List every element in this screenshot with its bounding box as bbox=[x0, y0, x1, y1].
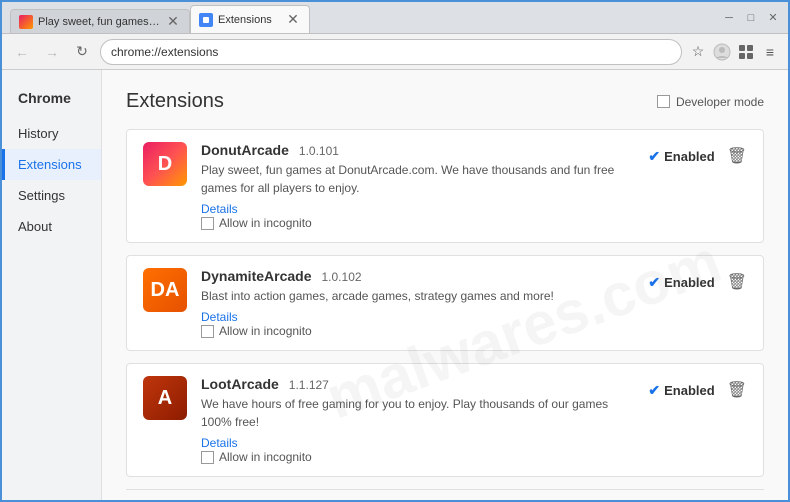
tab-1-close[interactable]: ✕ bbox=[165, 14, 181, 30]
window-controls: ─ □ ✕ bbox=[722, 11, 780, 25]
bookmark-icon[interactable]: ☆ bbox=[688, 42, 708, 62]
donutarcade-body: DonutArcade 1.0.101 Play sweet, fun game… bbox=[201, 142, 634, 230]
extension-lootarcade: A LootArcade 1.1.127 We have hours of fr… bbox=[126, 363, 764, 477]
dev-mode-label: Developer mode bbox=[676, 95, 764, 109]
donutarcade-delete-button[interactable]: 🗑 bbox=[727, 146, 747, 166]
extensions-footer: Get more extensions Keyboard shortcuts bbox=[126, 489, 764, 500]
tab-2[interactable]: Extensions ✕ bbox=[190, 5, 310, 33]
extensions-header: Extensions Developer mode bbox=[126, 90, 764, 113]
donutarcade-checkmark: ✔ bbox=[648, 148, 660, 165]
sidebar-item-settings[interactable]: Settings bbox=[2, 180, 101, 211]
donutarcade-icon: D bbox=[143, 142, 187, 186]
tab-2-title: Extensions bbox=[218, 14, 280, 26]
dynamitearcade-controls: ✔ Enabled 🗑 bbox=[648, 268, 747, 292]
sidebar: Chrome History Extensions Settings About bbox=[2, 70, 102, 500]
lootarcade-checkmark: ✔ bbox=[648, 382, 660, 399]
dynamitearcade-name: DynamiteArcade bbox=[201, 268, 312, 284]
tab-1-title: Play sweet, fun games at ... bbox=[38, 16, 160, 28]
forward-button[interactable]: → bbox=[40, 40, 64, 64]
tab-strip: Play sweet, fun games at ... ✕ Extension… bbox=[10, 2, 714, 33]
browser-frame: Play sweet, fun games at ... ✕ Extension… bbox=[0, 0, 790, 502]
donutarcade-controls: ✔ Enabled 🗑 bbox=[648, 142, 747, 166]
extensions-title: Extensions bbox=[126, 90, 224, 113]
dynamitearcade-details-link[interactable]: Details bbox=[201, 310, 238, 324]
extension-donutarcade: D DonutArcade 1.0.101 Play sweet, fun ga… bbox=[126, 129, 764, 243]
lootarcade-incognito-checkbox[interactable] bbox=[201, 451, 214, 464]
tab-2-close[interactable]: ✕ bbox=[285, 12, 301, 28]
profile-icon[interactable] bbox=[712, 42, 732, 62]
lootarcade-details-link[interactable]: Details bbox=[201, 436, 238, 450]
back-button[interactable]: ← bbox=[10, 40, 34, 64]
lootarcade-icon: A bbox=[143, 376, 187, 420]
dynamitearcade-incognito-checkbox[interactable] bbox=[201, 325, 214, 338]
lootarcade-enabled: ✔ Enabled bbox=[648, 382, 714, 399]
donutarcade-enabled: ✔ Enabled bbox=[648, 148, 714, 165]
dynamitearcade-description: Blast into action games, arcade games, s… bbox=[201, 287, 634, 305]
lootarcade-body: LootArcade 1.1.127 We have hours of free… bbox=[201, 376, 634, 464]
minimize-button[interactable]: ─ bbox=[722, 11, 736, 25]
lootarcade-delete-button[interactable]: 🗑 bbox=[727, 380, 747, 400]
dynamitearcade-checkmark: ✔ bbox=[648, 274, 660, 291]
dynamitearcade-enabled: ✔ Enabled bbox=[648, 274, 714, 291]
extension-dynamitearcade: DA DynamiteArcade 1.0.102 Blast into act… bbox=[126, 255, 764, 351]
reload-button[interactable]: ↻ bbox=[70, 40, 94, 64]
donutarcade-name: DonutArcade bbox=[201, 142, 289, 158]
donutarcade-version: 1.0.101 bbox=[299, 144, 339, 158]
address-bar[interactable]: chrome://extensions bbox=[100, 39, 682, 65]
donutarcade-incognito-checkbox[interactable] bbox=[201, 217, 214, 230]
sidebar-header: Chrome bbox=[2, 86, 101, 118]
tab-2-favicon bbox=[199, 13, 213, 27]
dynamitearcade-delete-button[interactable]: 🗑 bbox=[727, 272, 747, 292]
tab-1-favicon bbox=[19, 15, 33, 29]
donutarcade-description: Play sweet, fun games at DonutArcade.com… bbox=[201, 161, 634, 197]
dev-mode-checkbox[interactable] bbox=[657, 95, 670, 108]
extensions-icon[interactable] bbox=[736, 42, 756, 62]
address-url: chrome://extensions bbox=[111, 45, 671, 59]
lootarcade-top-row: LootArcade 1.1.127 bbox=[201, 376, 634, 392]
maximize-button[interactable]: □ bbox=[744, 11, 758, 25]
dev-mode-toggle[interactable]: Developer mode bbox=[657, 95, 764, 109]
sidebar-item-about[interactable]: About bbox=[2, 211, 101, 242]
dynamitearcade-icon: DA bbox=[143, 268, 187, 312]
extensions-content: malwares.com Extensions Developer mode D… bbox=[102, 70, 788, 500]
donutarcade-details-link[interactable]: Details bbox=[201, 202, 238, 216]
lootarcade-incognito[interactable]: Allow in incognito bbox=[201, 450, 634, 464]
dynamitearcade-body: DynamiteArcade 1.0.102 Blast into action… bbox=[201, 268, 634, 338]
menu-icon[interactable]: ≡ bbox=[760, 42, 780, 62]
sidebar-item-history[interactable]: History bbox=[2, 118, 101, 149]
toolbar-icons: ☆ ≡ bbox=[688, 42, 780, 62]
lootarcade-controls: ✔ Enabled 🗑 bbox=[648, 376, 747, 400]
dynamitearcade-version: 1.0.102 bbox=[322, 270, 362, 284]
donutarcade-top-row: DonutArcade 1.0.101 bbox=[201, 142, 634, 158]
lootarcade-name: LootArcade bbox=[201, 376, 279, 392]
title-bar: Play sweet, fun games at ... ✕ Extension… bbox=[2, 2, 788, 34]
main-content: Chrome History Extensions Settings About… bbox=[2, 70, 788, 500]
close-button[interactable]: ✕ bbox=[766, 11, 780, 25]
dynamitearcade-top-row: DynamiteArcade 1.0.102 bbox=[201, 268, 634, 284]
tab-1[interactable]: Play sweet, fun games at ... ✕ bbox=[10, 9, 190, 33]
lootarcade-description: We have hours of free gaming for you to … bbox=[201, 395, 634, 431]
donutarcade-incognito[interactable]: Allow in incognito bbox=[201, 216, 634, 230]
lootarcade-version: 1.1.127 bbox=[289, 378, 329, 392]
dynamitearcade-incognito[interactable]: Allow in incognito bbox=[201, 324, 634, 338]
address-bar-row: ← → ↻ chrome://extensions ☆ ≡ bbox=[2, 34, 788, 70]
sidebar-item-extensions[interactable]: Extensions bbox=[2, 149, 101, 180]
